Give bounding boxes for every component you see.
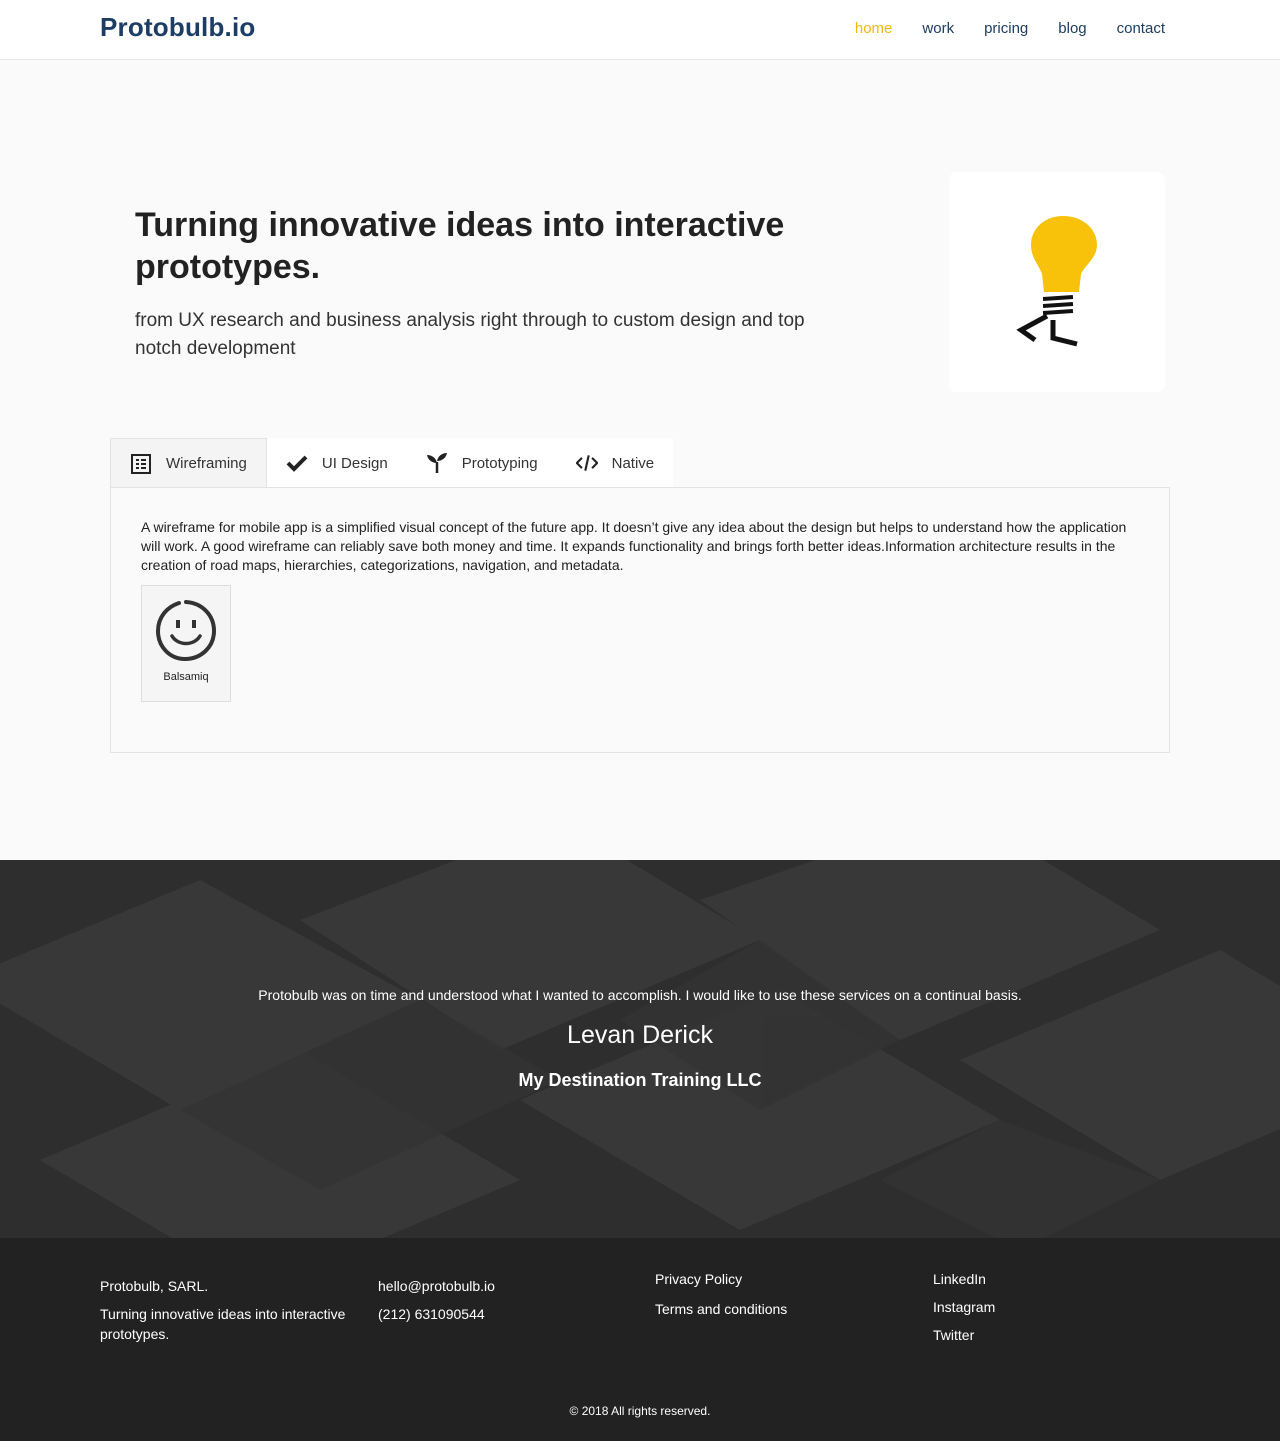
- footer-contact: hello@protobulb.io (212) 631090544: [378, 1276, 618, 1324]
- footer-email-link[interactable]: hello@protobulb.io: [378, 1276, 618, 1296]
- lightbulb-logo-icon: [1016, 216, 1097, 347]
- tab-native[interactable]: Native: [557, 438, 674, 488]
- testimonial-company: My Destination Training LLC: [518, 1070, 762, 1090]
- testimonial-quote: Protobulb was on time and understood wha…: [258, 987, 1022, 1003]
- smiley-icon: [156, 600, 216, 662]
- testimonial-author: Levan Derick: [567, 1021, 713, 1049]
- logo-link[interactable]: Protobulb.io: [100, 12, 255, 43]
- site-header: Protobulb.io home work pricing blog cont…: [0, 0, 1280, 60]
- service-tabs: Wireframing UI Design Prototyping Native: [110, 438, 674, 488]
- testimonial-section: Protobulb was on time and understood wha…: [0, 860, 1280, 1238]
- instagram-link[interactable]: Instagram: [933, 1297, 1133, 1317]
- nav-pricing[interactable]: pricing: [984, 20, 1028, 37]
- main-nav: home work pricing blog contact: [825, 20, 1165, 37]
- privacy-policy-link[interactable]: Privacy Policy: [655, 1269, 895, 1289]
- footer-tagline: Turning innovative ideas into interactiv…: [100, 1306, 346, 1342]
- tab-label: Prototyping: [461, 454, 538, 472]
- footer-phone-link[interactable]: (212) 631090544: [378, 1304, 618, 1324]
- twitter-link[interactable]: Twitter: [933, 1325, 1133, 1345]
- site-footer: Protobulb, SARL. Turning innovative idea…: [0, 1238, 1280, 1441]
- tab-wireframing[interactable]: Wireframing: [110, 438, 267, 488]
- hero-title: Turning innovative ideas into interactiv…: [135, 206, 785, 286]
- nav-contact[interactable]: contact: [1117, 20, 1165, 37]
- footer-legal: Privacy Policy Terms and conditions: [655, 1269, 895, 1319]
- tab-prototyping[interactable]: Prototyping: [407, 438, 557, 488]
- hero-image-card: [949, 172, 1165, 392]
- tab-panel: A wireframe for mobile app is a simplifi…: [110, 487, 1170, 753]
- tab-ui-design[interactable]: UI Design: [267, 438, 407, 488]
- footer-social: LinkedIn Instagram Twitter: [933, 1269, 1133, 1345]
- nav-home[interactable]: home: [855, 20, 893, 37]
- tab-label: Wireframing: [166, 455, 247, 472]
- nav-blog[interactable]: blog: [1058, 20, 1086, 37]
- terms-link[interactable]: Terms and conditions: [655, 1299, 895, 1319]
- tool-label: Balsamiq: [163, 671, 209, 683]
- linkedin-link[interactable]: LinkedIn: [933, 1269, 1133, 1289]
- tab-label: UI Design: [321, 454, 388, 472]
- tool-card-balsamiq[interactable]: Balsamiq: [141, 585, 231, 702]
- nav-work[interactable]: work: [922, 20, 954, 37]
- tab-description: A wireframe for mobile app is a simplifi…: [141, 519, 1127, 573]
- list-icon: [130, 453, 152, 475]
- code-icon: [575, 452, 598, 474]
- checkmark-icon: [286, 452, 308, 474]
- copyright: © 2018 All rights reserved.: [569, 1404, 711, 1418]
- tab-label: Native: [611, 454, 655, 472]
- hero-subtitle: from UX research and business analysis r…: [135, 310, 805, 359]
- footer-company: Protobulb, SARL.: [100, 1278, 209, 1294]
- sprout-icon: [426, 452, 448, 474]
- footer-about: Protobulb, SARL. Turning innovative idea…: [100, 1276, 360, 1344]
